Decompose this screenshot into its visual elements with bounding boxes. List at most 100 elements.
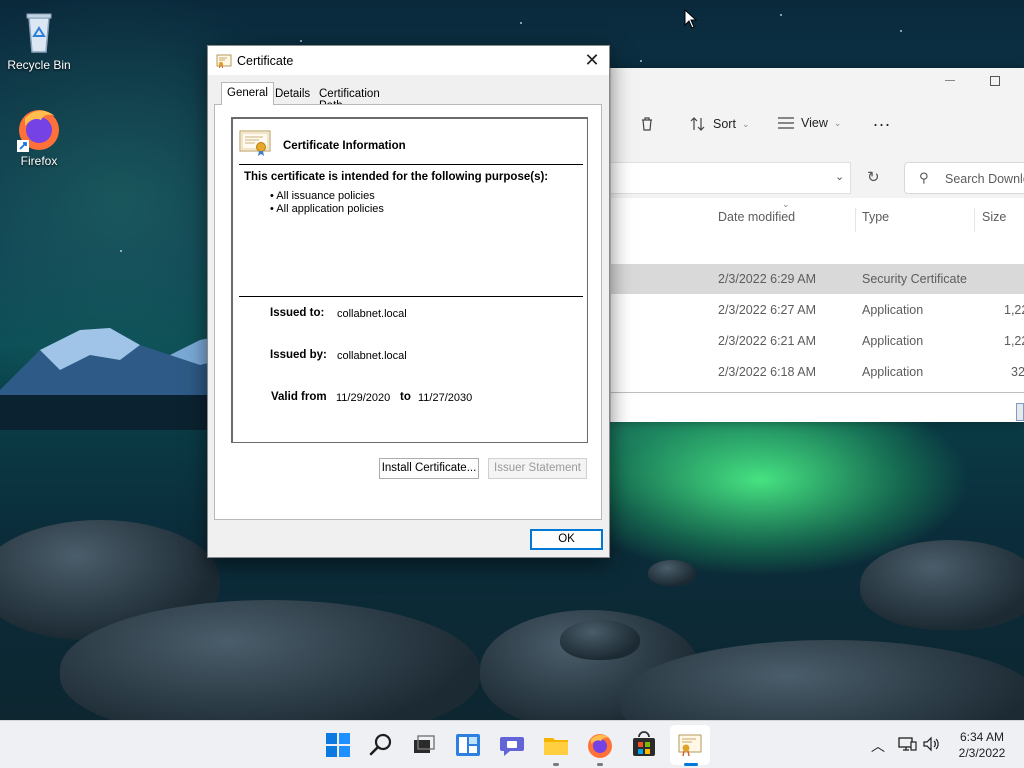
rock <box>648 560 696 586</box>
sort-button[interactable]: Sort ⌄ <box>689 116 749 132</box>
task-view-icon[interactable] <box>410 731 438 759</box>
chevron-down-icon[interactable]: ⌄ <box>835 170 844 183</box>
purpose-item: • All application policies <box>270 203 384 215</box>
star <box>780 14 782 16</box>
address-row: ⌄ ↻ ⚲ Search Downlo <box>611 162 1024 198</box>
certificate-icon[interactable] <box>676 731 704 759</box>
divider <box>239 296 583 297</box>
dialog-titlebar[interactable]: Certificate ✕ <box>208 46 609 75</box>
issued-by-value: collabnet.local <box>337 350 407 362</box>
column-header-size[interactable]: Size <box>982 210 1006 224</box>
horizontal-scrollbar[interactable] <box>611 392 1024 398</box>
certificate-info-heading: Certificate Information <box>283 140 406 152</box>
table-row[interactable]: 2/3/2022 6:21 AM Application 1,22 <box>611 326 1024 356</box>
row-type: Application <box>862 303 924 317</box>
tab-general[interactable]: General <box>221 82 274 105</box>
mouse-cursor-icon <box>684 9 698 29</box>
table-row[interactable]: 2/3/2022 6:27 AM Application 1,22 <box>611 295 1024 325</box>
system-clock[interactable]: 6:34 AM 2/3/2022 <box>950 729 1014 761</box>
issuer-statement-button[interactable]: Issuer Statement <box>488 458 587 479</box>
view-label: View <box>801 116 828 130</box>
tab-details[interactable]: Details <box>270 86 315 104</box>
rock <box>60 600 480 740</box>
star <box>300 40 302 42</box>
sort-indicator-icon: ⌄ <box>782 199 790 209</box>
desktop-icon-label: Recycle Bin <box>7 58 71 72</box>
table-row[interactable]: 2/3/2022 6:29 AM Security Certificate <box>611 264 1024 294</box>
divider <box>239 164 583 165</box>
file-explorer-icon[interactable] <box>542 731 570 759</box>
valid-to-label: to <box>400 391 411 403</box>
column-separator[interactable] <box>974 208 975 232</box>
show-hidden-icons-chevron-up-icon[interactable]: ︿ <box>871 736 885 756</box>
row-date: 2/3/2022 6:27 AM <box>718 303 816 317</box>
more-options-button[interactable]: ... <box>873 110 891 131</box>
issued-to-value: collabnet.local <box>337 308 407 320</box>
search-icon: ⚲ <box>919 170 929 185</box>
install-certificate-button[interactable]: Install Certificate... <box>379 458 479 479</box>
network-icon[interactable] <box>897 736 917 752</box>
purpose-heading: This certificate is intended for the fol… <box>244 171 549 183</box>
taskbar: ︿ 6:34 AM 2/3/2022 <box>0 720 1024 768</box>
rock <box>860 540 1024 630</box>
trash-icon <box>642 117 652 131</box>
certificate-dialog[interactable]: Certificate ✕ General Details Certificat… <box>207 45 610 558</box>
minimize-icon[interactable] <box>945 80 955 81</box>
delete-button[interactable] <box>639 116 655 132</box>
row-date: 2/3/2022 6:29 AM <box>718 272 816 286</box>
chevron-down-icon: ⌄ <box>741 118 750 129</box>
row-date: 2/3/2022 6:21 AM <box>718 334 816 348</box>
row-size: 32 <box>1011 365 1024 379</box>
search-icon[interactable] <box>367 731 395 759</box>
teams-chat-icon[interactable] <box>498 731 526 759</box>
general-tab-panel: Certificate Information This certificate… <box>214 104 602 520</box>
valid-to-value: 11/27/2030 <box>418 392 473 404</box>
chevron-down-icon: ⌄ <box>833 117 842 128</box>
dialog-title: Certificate <box>237 54 294 68</box>
row-type: Security Certificate <box>862 272 967 286</box>
star <box>520 22 522 24</box>
running-indicator <box>597 763 603 766</box>
volume-icon[interactable] <box>922 736 942 752</box>
desktop-icon-label: Firefox <box>20 154 58 168</box>
certificate-info-box: Certificate Information This certificate… <box>231 117 588 443</box>
start-windows-icon[interactable] <box>324 731 352 759</box>
maximize-icon[interactable] <box>990 76 1000 86</box>
column-header-type[interactable]: Type <box>862 210 889 224</box>
view-button[interactable]: View ⌄ <box>777 116 841 130</box>
recycle-bin-icon <box>15 8 63 56</box>
file-explorer-window[interactable]: Sort ⌄ View ⌄ ... ⌄ ↻ ⚲ Search Downlo ⌄ … <box>610 68 1024 422</box>
desktop-icon-firefox[interactable]: Firefox <box>1 104 77 168</box>
issued-to-label: Issued to: <box>270 307 325 319</box>
ok-button[interactable]: OK <box>530 529 603 550</box>
valid-from-value: 11/29/2020 <box>336 392 391 404</box>
desktop-icon-recycle-bin[interactable]: Recycle Bin <box>1 8 77 72</box>
clock-date: 2/3/2022 <box>958 746 1006 760</box>
tab-certification-path[interactable]: Certification Path <box>314 86 385 112</box>
sort-label: Sort <box>713 117 736 131</box>
search-placeholder: Search Downlo <box>945 172 1024 186</box>
purpose-item: • All issuance policies <box>270 190 375 202</box>
star <box>640 60 642 62</box>
row-size: 1,22 <box>1004 303 1024 317</box>
view-icon <box>778 117 794 129</box>
row-date: 2/3/2022 6:18 AM <box>718 365 816 379</box>
close-button[interactable]: ✕ <box>575 46 609 75</box>
address-bar[interactable]: ⌄ <box>611 162 851 194</box>
microsoft-store-icon[interactable] <box>630 731 658 759</box>
widgets-icon[interactable] <box>454 731 482 759</box>
rock <box>560 620 640 660</box>
snowy-mountain <box>0 328 220 430</box>
row-type: Application <box>862 334 924 348</box>
column-header-date[interactable]: Date modified <box>718 210 795 224</box>
search-input[interactable]: ⚲ Search Downlo <box>904 162 1024 194</box>
firefox-icon[interactable] <box>586 731 614 759</box>
certificate-icon <box>239 130 271 156</box>
valid-from-label: Valid from <box>271 391 327 403</box>
table-row[interactable]: 2/3/2022 6:18 AM Application 32 <box>611 357 1024 387</box>
scroll-handle[interactable] <box>1016 403 1024 421</box>
star <box>120 250 122 252</box>
column-separator[interactable] <box>855 208 856 232</box>
explorer-titlebar <box>611 68 1024 98</box>
refresh-icon[interactable]: ↻ <box>867 168 880 186</box>
